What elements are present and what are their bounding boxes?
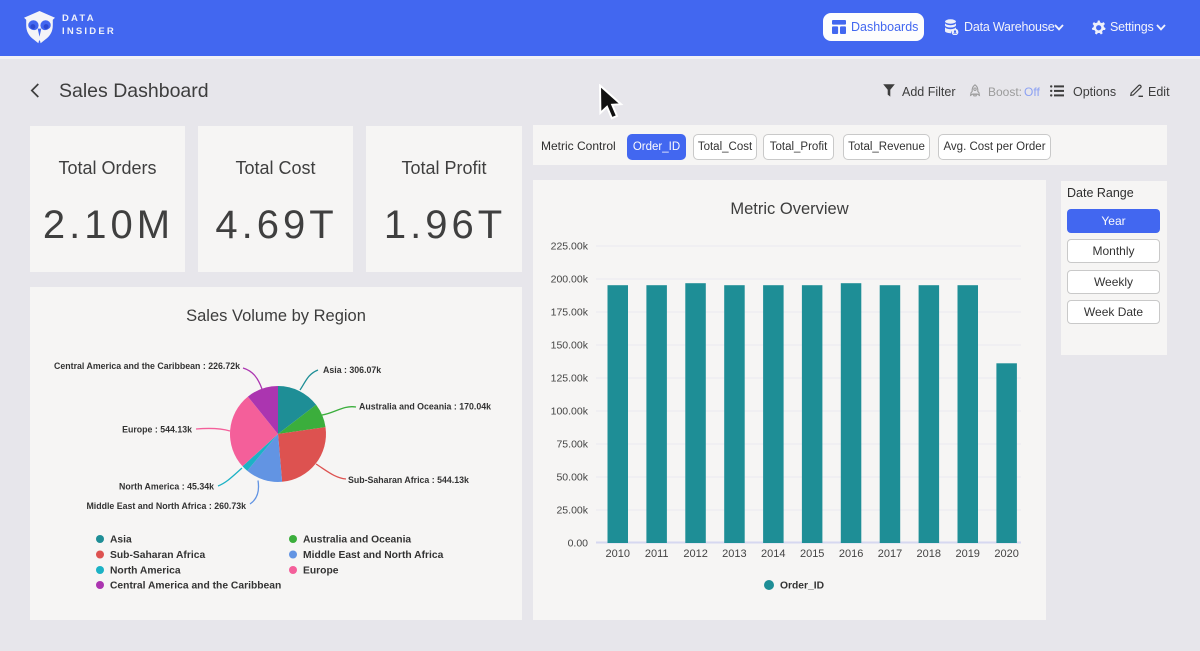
svg-text:2013: 2013 [722, 548, 746, 560]
svg-text:2019: 2019 [955, 548, 979, 560]
svg-text:100.00k: 100.00k [551, 406, 589, 418]
svg-text:75.00k: 75.00k [556, 439, 588, 451]
svg-text:50.00k: 50.00k [556, 472, 588, 484]
svg-text:Australia and Oceania: Australia and Oceania [303, 535, 411, 546]
svg-text:Central America and the Caribb: Central America and the Caribbean [110, 581, 281, 592]
svg-text:2017: 2017 [878, 548, 902, 560]
svg-text:25.00k: 25.00k [556, 505, 588, 517]
svg-text:175.00k: 175.00k [551, 307, 589, 319]
svg-text:Sub-Saharan Africa: Sub-Saharan Africa [110, 550, 205, 561]
svg-text:2014: 2014 [761, 548, 785, 560]
svg-text:Central America and the Caribb: Central America and the Caribbean : 226.… [54, 361, 240, 371]
svg-text:Australia and Oceania : 170.04: Australia and Oceania : 170.04k [359, 402, 491, 412]
svg-text:Metric Overview: Metric Overview [730, 200, 848, 218]
svg-text:North America: North America [110, 566, 181, 577]
svg-text:225.00k: 225.00k [551, 241, 589, 253]
svg-text:Asia: Asia [110, 535, 132, 546]
svg-text:Europe : 544.13k: Europe : 544.13k [122, 425, 192, 435]
svg-text:2015: 2015 [800, 548, 824, 560]
svg-text:2011: 2011 [645, 548, 669, 560]
svg-text:2012: 2012 [683, 548, 707, 560]
svg-text:Asia : 306.07k: Asia : 306.07k [323, 365, 381, 375]
svg-text:2018: 2018 [917, 548, 941, 560]
svg-text:125.00k: 125.00k [551, 373, 589, 385]
svg-text:2020: 2020 [994, 548, 1018, 560]
svg-text:Middle East and North Africa :: Middle East and North Africa : 260.73k [86, 501, 246, 511]
svg-text:150.00k: 150.00k [551, 340, 589, 352]
svg-text:2016: 2016 [839, 548, 863, 560]
svg-text:Order_ID: Order_ID [780, 581, 824, 592]
svg-text:Europe: Europe [303, 566, 339, 577]
svg-text:Sales Volume by Region: Sales Volume by Region [186, 307, 366, 325]
svg-text:200.00k: 200.00k [551, 274, 589, 286]
svg-text:North America : 45.34k: North America : 45.34k [119, 482, 214, 492]
svg-text:2010: 2010 [606, 548, 630, 560]
svg-text:Middle East and North Africa: Middle East and North Africa [303, 550, 444, 561]
svg-text:0.00: 0.00 [568, 538, 589, 550]
svg-text:Sub-Saharan Africa : 544.13k: Sub-Saharan Africa : 544.13k [348, 475, 469, 485]
